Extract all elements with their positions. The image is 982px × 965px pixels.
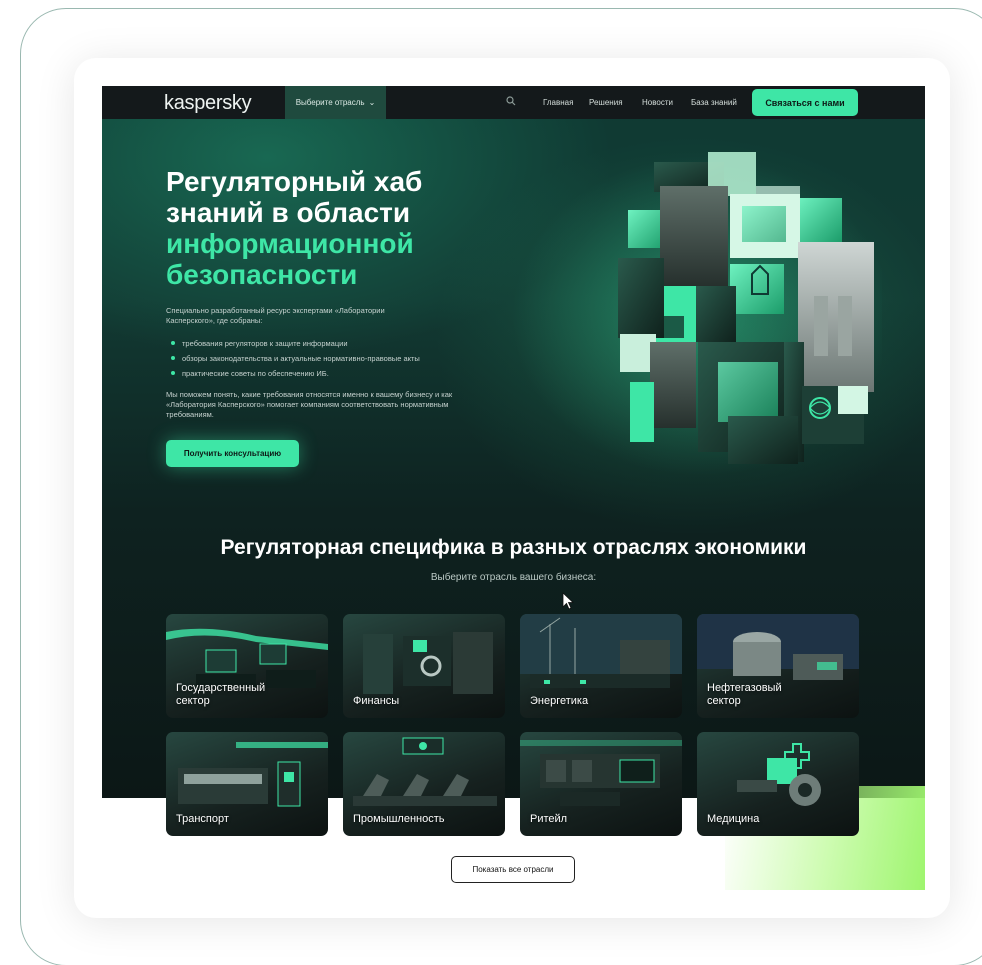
sector-tile-label: Энергетика [530,695,588,708]
sector-tile-energy[interactable]: Энергетика [520,614,682,718]
sector-tile-label-line: Нефтегазовый [707,682,782,694]
sector-tile-label: Транспорт [176,813,229,826]
sector-tile-finance[interactable]: Финансы [343,614,505,718]
nav-link-news[interactable]: Новости [642,98,673,107]
industry-select[interactable]: Выберите отрасль ⌄ [285,86,386,119]
sector-tile-label-line: Промышленность [353,813,445,825]
chevron-down-icon: ⌄ [368,98,376,107]
sector-tile-label: Нефтегазовый сектор [707,682,782,708]
sector-tile-label: Ритейл [530,813,567,826]
sector-tile-label-line: сектор [176,695,210,707]
hero-bullet-list: требования регуляторов к защите информац… [166,336,420,381]
nav-link-home[interactable]: Главная [543,98,573,107]
website-screenshot: kaspersky Выберите отрасль ⌄ Главная Реш… [102,86,925,890]
kaspersky-logo[interactable]: kaspersky [164,92,252,115]
sector-tile-government[interactable]: Государственный сектор [166,614,328,718]
list-item: требования регуляторов к защите информац… [166,336,420,351]
nav-link-knowledge-base[interactable]: База знаний [691,98,737,107]
sector-tile-label-line: Государственный [176,682,266,694]
sector-tile-medicine[interactable]: Медицина [697,732,859,836]
sector-tile-transport[interactable]: Транспорт [166,732,328,836]
sector-tile-label-line: Энергетика [530,695,589,707]
industry-select-label: Выберите отрасль [295,98,365,107]
sector-tile-label-line: Ритейл [530,813,568,825]
sector-tile-label: Финансы [353,695,399,708]
mouse-cursor-icon [562,592,575,610]
hero-title-line: знаний в области [166,197,411,228]
cube-illustration [502,146,892,476]
hero-note: Мы поможем понять, какие требования отно… [166,390,453,419]
sector-tile-retail[interactable]: Ритейл [520,732,682,836]
sector-tile-label: Государственный сектор [176,682,265,708]
sector-tile-label-line: Транспорт [176,813,229,825]
hero-intro: Специально разработанный ресурс эксперта… [166,306,385,325]
sector-tile-label: Промышленность [353,813,445,826]
show-all-sectors-button[interactable]: Показать все отрасли [451,856,575,883]
get-consultation-button[interactable]: Получить консультацию [166,440,299,467]
hero-title-accent: информационной [166,228,414,259]
sector-tile-label: Медицина [707,813,759,826]
hero-title-line: Регуляторный хаб [166,166,423,197]
nav-link-solutions[interactable]: Решения [589,98,623,107]
hero-title-accent: безопасности [166,259,358,290]
hero-title: Регуляторный хаб знаний в области информ… [166,166,466,290]
sector-tile-industry[interactable]: Промышленность [343,732,505,836]
sector-tile-label-line: Медицина [707,813,760,825]
sector-tile-label-line: сектор [707,695,741,707]
sectors-subtitle: Выберите отрасль вашего бизнеса: [430,572,597,583]
top-nav: kaspersky Выберите отрасль ⌄ Главная Реш… [102,86,925,119]
contact-us-button[interactable]: Связаться с нами [752,89,858,116]
list-item: практические советы по обеспечению ИБ. [166,366,420,381]
list-item: обзоры законодательства и актуальные нор… [166,351,420,366]
sectors-title: Регуляторная специфика в разных отраслях… [220,536,807,559]
search-icon[interactable] [506,96,516,109]
sector-tile-oil-gas[interactable]: Нефтегазовый сектор [697,614,859,718]
sector-tile-label-line: Финансы [353,695,400,707]
